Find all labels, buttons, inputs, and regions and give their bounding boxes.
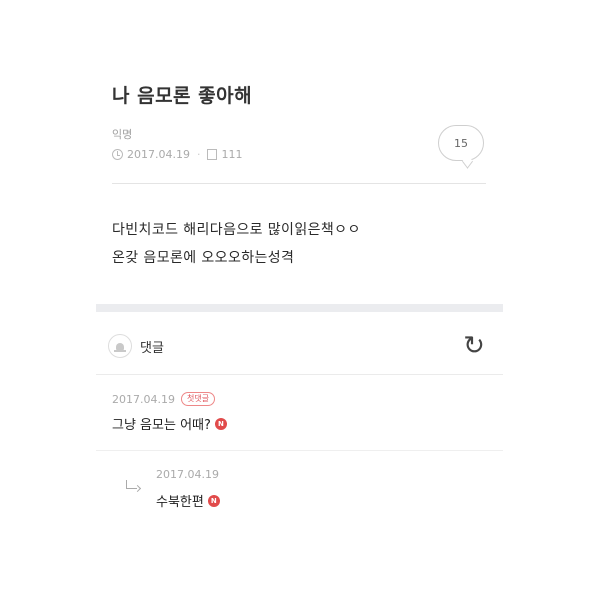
comment-text: 그냥 음모는 어때? xyxy=(112,418,211,433)
section-divider xyxy=(96,304,503,312)
post-body: 다빈치코드 해리다음으로 많이읽은책ㅇㅇ 온갖 음모론에 오오오하는성격 xyxy=(112,216,361,272)
post-body-line: 온갖 음모론에 오오오하는성격 xyxy=(112,250,295,266)
view-count-icon xyxy=(207,149,218,160)
post-title: 나 음모론 좋아해 xyxy=(112,85,253,107)
comment-count-button[interactable]: 15 xyxy=(438,125,484,161)
new-badge-icon: N xyxy=(207,494,220,507)
bell-icon[interactable] xyxy=(108,334,132,358)
first-comment-badge: 첫댓글 xyxy=(180,392,216,406)
reply-arrow-icon xyxy=(126,480,137,489)
view-count: 111 xyxy=(221,148,243,161)
comment-date: 2017.04.19 xyxy=(112,392,175,406)
reply-divider xyxy=(96,450,503,451)
post-header: 나 음모론 좋아해 xyxy=(112,84,487,108)
reply-text-row[interactable]: 수북한편 N xyxy=(156,491,220,510)
post-meta: 2017.04.19 · 111 xyxy=(112,148,242,161)
comment-count: 15 xyxy=(454,136,468,150)
refresh-icon[interactable]: ↻ xyxy=(460,332,488,360)
post-date: 2017.04.19 xyxy=(127,148,190,161)
meta-separator: · xyxy=(196,148,201,161)
comments-label: 댓글 xyxy=(140,340,164,356)
clock-icon xyxy=(112,149,123,160)
comment-item: 2017.04.19 첫댓글 그냥 음모는 어때? N xyxy=(112,392,492,433)
reply-meta: 2017.04.19 xyxy=(156,468,220,481)
author-name: 익명 xyxy=(112,128,133,141)
new-badge-icon: N xyxy=(214,417,227,430)
post-page: 나 음모론 좋아해 익명 2017.04.19 · 111 15 다빈치코드 해… xyxy=(0,0,600,600)
comments-divider xyxy=(96,374,503,375)
reply-date: 2017.04.19 xyxy=(156,468,219,481)
comment-meta: 2017.04.19 첫댓글 xyxy=(112,392,492,406)
header-divider xyxy=(112,183,486,184)
comment-text-row[interactable]: 그냥 음모는 어때? N xyxy=(112,414,492,433)
reply-text: 수북한편 xyxy=(156,495,204,510)
comments-header: 댓글 ↻ xyxy=(108,332,488,360)
post-body-line: 다빈치코드 해리다음으로 많이읽은책ㅇㅇ xyxy=(112,222,361,238)
reply-item: 2017.04.19 수북한편 N xyxy=(156,468,220,510)
